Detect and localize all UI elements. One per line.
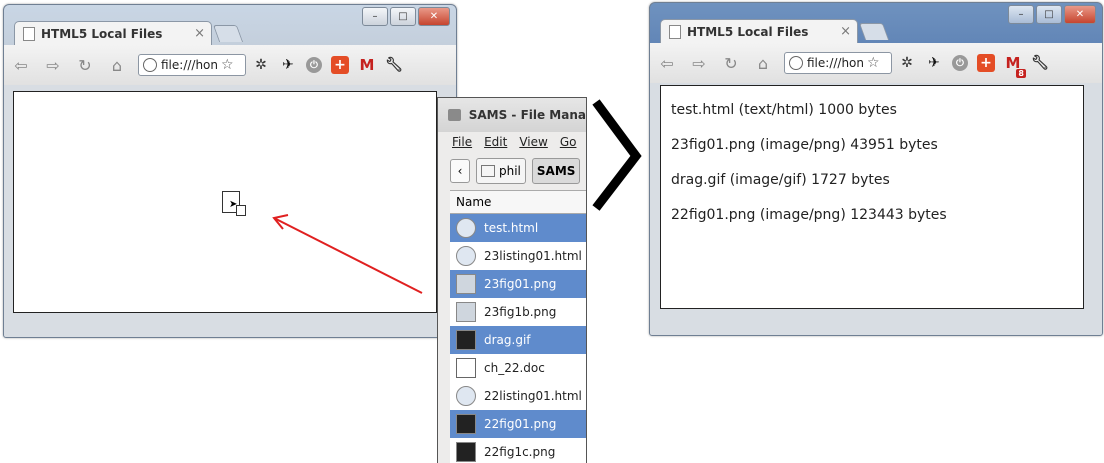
red-drag-arrow	[272, 214, 423, 294]
chevron-right-icon	[592, 99, 642, 211]
annotation-overlay	[272, 99, 642, 294]
